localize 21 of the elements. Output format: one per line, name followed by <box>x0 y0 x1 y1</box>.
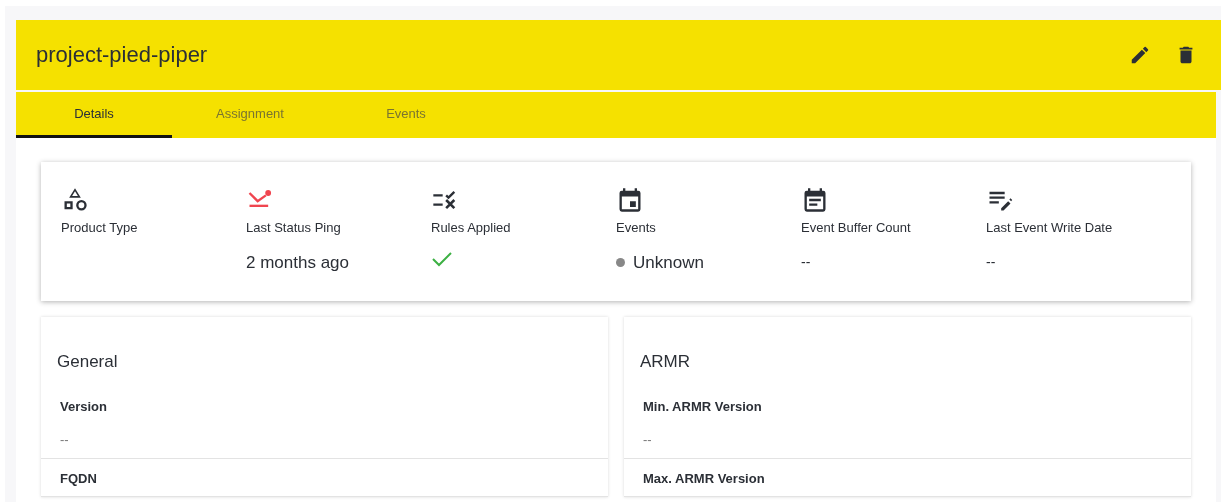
field-label: Min. ARMR Version <box>643 397 763 416</box>
stat-value: 2 months ago <box>246 251 350 274</box>
stat-label: Events <box>616 219 657 237</box>
page-title: project-pied-piper <box>36 41 208 69</box>
stat-label: Last Event Write Date <box>986 219 1114 237</box>
stat-value: -- <box>801 252 812 272</box>
card-title: General <box>56 351 119 373</box>
field-label: FQDN <box>60 469 98 488</box>
field-value: -- <box>643 431 653 449</box>
card-title: ARMR <box>639 351 692 373</box>
stat-label: Event Buffer Count <box>801 219 912 237</box>
stat-label: Last Status Ping <box>246 219 342 237</box>
field-value: -- <box>60 431 70 449</box>
field-label: Max. ARMR Version <box>643 469 766 488</box>
stat-label: Rules Applied <box>431 219 512 237</box>
tab[interactable]: Assignment <box>172 92 328 138</box>
stat-value: -- <box>986 252 997 272</box>
stat-label: Product Type <box>61 219 139 237</box>
field-label: Version <box>60 397 108 416</box>
tab[interactable]: Events <box>328 92 484 138</box>
stat-value: Unknown <box>633 251 704 274</box>
